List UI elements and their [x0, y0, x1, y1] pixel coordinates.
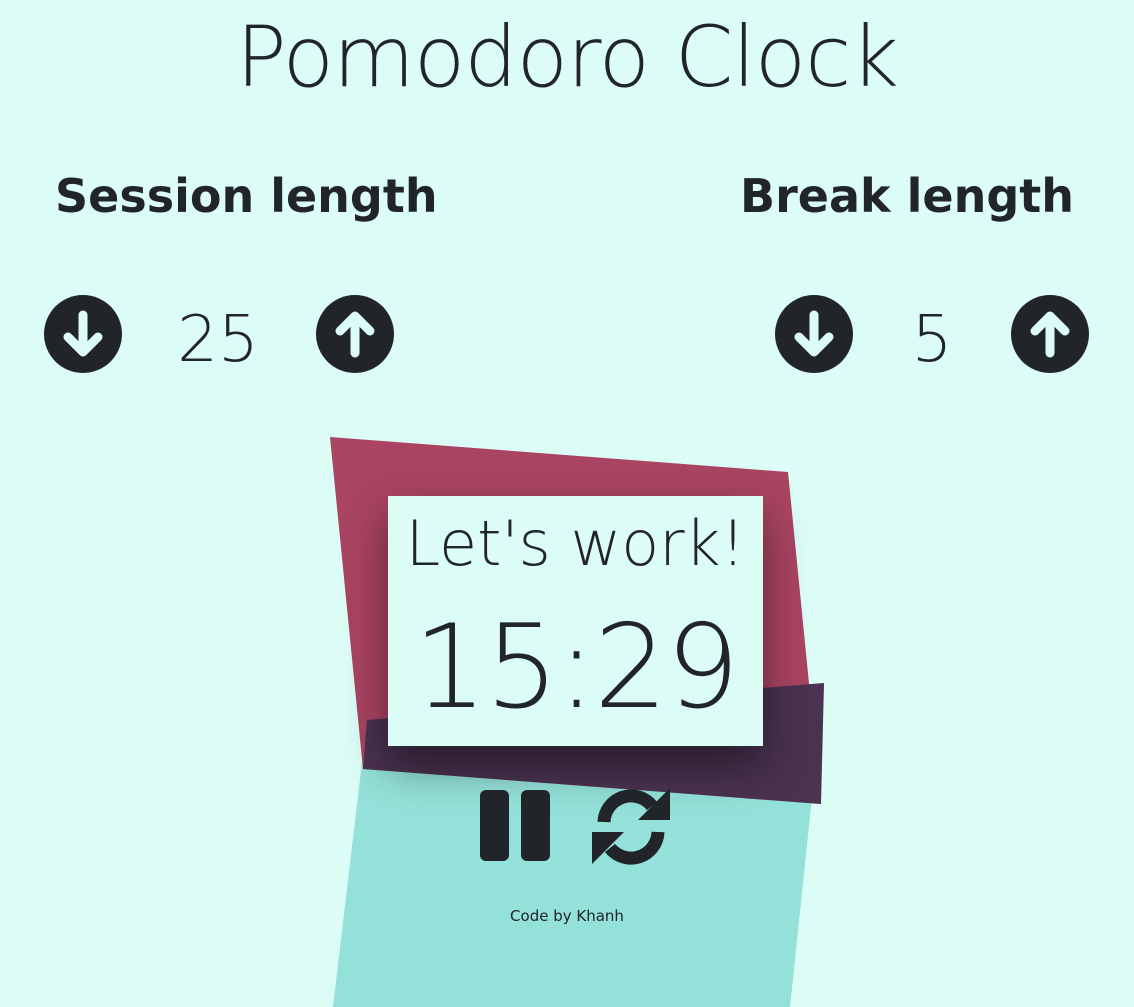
- timer-card: Let's work! 15:29: [388, 496, 763, 746]
- reset-button[interactable]: [590, 786, 672, 866]
- session-decrement-button[interactable]: [44, 295, 122, 373]
- arrow-circle-down-icon: [794, 310, 834, 357]
- pause-icon: [480, 790, 550, 861]
- arrow-circle-up-icon: [1030, 311, 1070, 358]
- timer-time: 15:29: [413, 600, 739, 735]
- session-increment-button[interactable]: [316, 295, 394, 373]
- page-title: Pomodoro Clock: [236, 8, 899, 106]
- session-length-value: 25: [177, 303, 259, 377]
- arrow-circle-down-icon: [63, 310, 103, 357]
- pause-button[interactable]: [480, 790, 552, 862]
- break-length-value: 5: [911, 303, 953, 377]
- timer-label: Let's work!: [405, 507, 746, 580]
- sync-icon: [592, 788, 670, 865]
- session-length-heading: Session length: [55, 169, 438, 223]
- break-length-heading: Break length: [740, 169, 1074, 223]
- break-increment-button[interactable]: [1011, 295, 1089, 373]
- break-decrement-button[interactable]: [775, 295, 853, 373]
- credit-text: Code by Khanh: [510, 907, 624, 925]
- arrow-circle-up-icon: [335, 311, 375, 358]
